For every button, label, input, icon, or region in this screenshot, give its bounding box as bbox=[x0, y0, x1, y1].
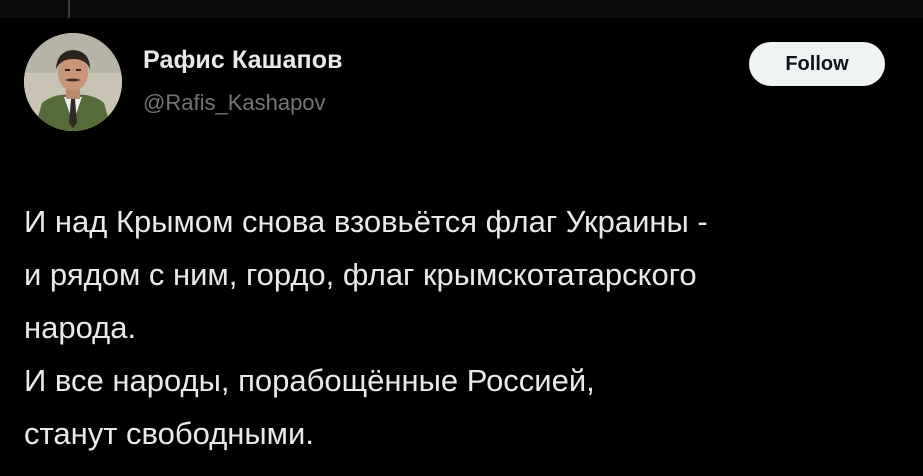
tweet-text-line: И над Крымом снова взовьётся флаг Украин… bbox=[24, 204, 708, 239]
author-name[interactable]: Рафис Кашапов bbox=[143, 46, 343, 75]
tweet-text-line: станут свободными. bbox=[24, 416, 314, 451]
avatar-photo-icon bbox=[24, 33, 122, 131]
tweet: Рафис Кашапов @Rafis_Kashapov Follow И н… bbox=[0, 0, 923, 476]
tweet-text-line: и рядом с ним, гордо, флаг крымскотатарс… bbox=[24, 257, 697, 292]
author-handle[interactable]: @Rafis_Kashapov bbox=[143, 90, 326, 116]
author-avatar[interactable] bbox=[24, 33, 122, 131]
tweet-text-line: И все народы, порабощённые Россией, bbox=[24, 363, 595, 398]
tweet-text-line: народа. bbox=[24, 310, 137, 345]
follow-button[interactable]: Follow bbox=[749, 42, 885, 86]
tweet-text: И над Крымом снова взовьётся флаг Украин… bbox=[24, 195, 904, 460]
